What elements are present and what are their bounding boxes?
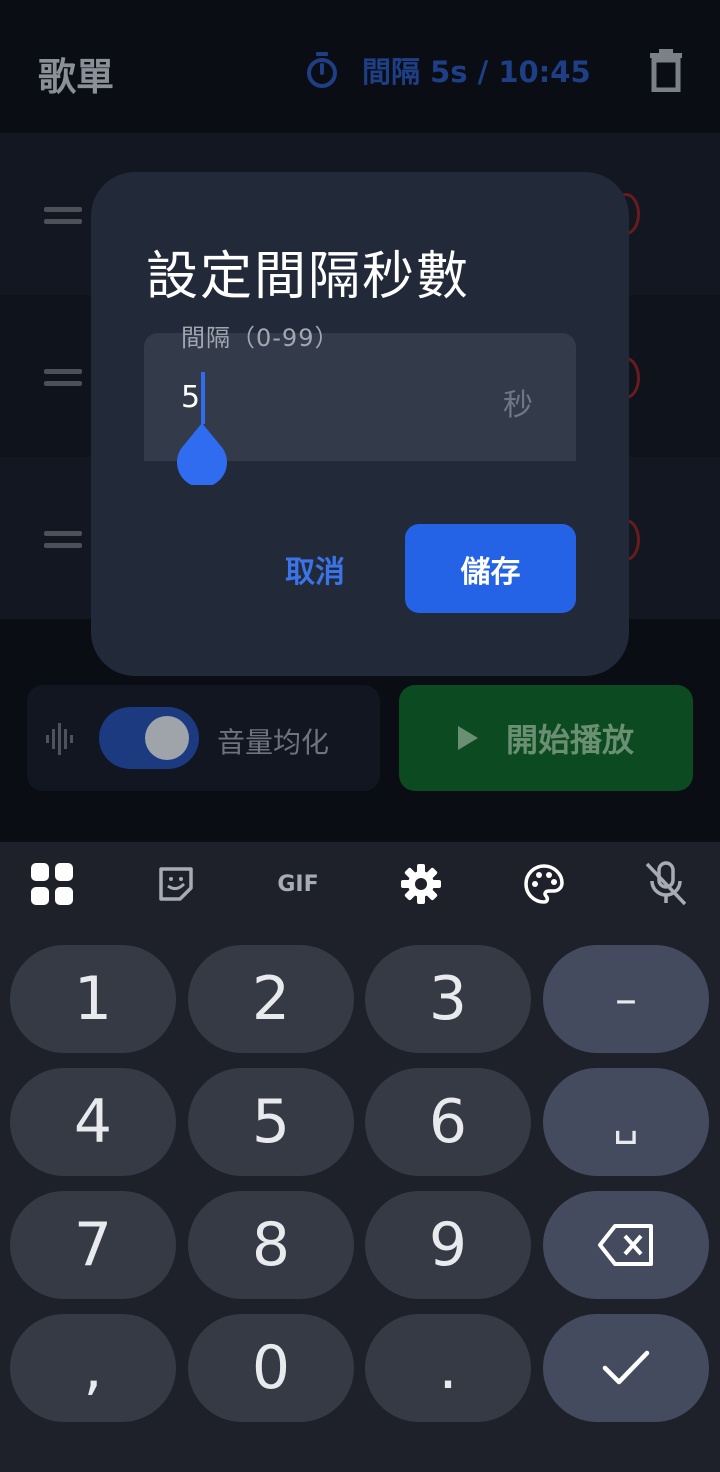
key-4[interactable]: 4: [10, 1068, 176, 1176]
save-button[interactable]: 儲存: [405, 524, 576, 613]
app-bar: 歌單 間隔 5s / 10:45: [0, 0, 720, 132]
apps-icon[interactable]: [10, 860, 94, 908]
key-3[interactable]: 3: [365, 945, 531, 1053]
key-8[interactable]: 8: [188, 1191, 354, 1299]
key-space[interactable]: ␣: [543, 1068, 709, 1176]
key-7[interactable]: 7: [10, 1191, 176, 1299]
palette-icon[interactable]: [502, 860, 586, 908]
sticker-icon[interactable]: [134, 860, 218, 908]
cancel-button[interactable]: 取消: [271, 525, 359, 613]
normalize-toggle[interactable]: [99, 707, 199, 769]
drag-handle-icon[interactable]: [44, 531, 82, 549]
page-title: 歌單: [38, 55, 115, 99]
key-5[interactable]: 5: [188, 1068, 354, 1176]
backspace-icon: [598, 1224, 653, 1266]
done-key[interactable]: [543, 1314, 709, 1422]
stopwatch-icon: [307, 52, 337, 88]
key-period[interactable]: .: [365, 1314, 531, 1422]
play-icon: [457, 726, 478, 750]
backspace-key[interactable]: [543, 1191, 709, 1299]
trash-icon[interactable]: [650, 48, 682, 92]
key-6[interactable]: 6: [365, 1068, 531, 1176]
key-1[interactable]: 1: [10, 945, 176, 1053]
key-2[interactable]: 2: [188, 945, 354, 1053]
interval-field-value[interactable]: 5: [181, 380, 200, 415]
drag-handle-icon[interactable]: [44, 369, 82, 387]
waveform-icon: [46, 723, 73, 755]
interval-dialog: 設定間隔秒數 間隔（0-99） 5 秒 取消 儲存: [91, 172, 629, 676]
interval-timer-button[interactable]: 間隔 5s / 10:45: [304, 50, 591, 90]
mic-off-icon[interactable]: [624, 860, 708, 908]
timer-text: 間隔 5s / 10:45: [362, 55, 591, 89]
drag-handle-icon[interactable]: [44, 207, 82, 225]
cursor-handle-icon[interactable]: [177, 423, 227, 485]
start-play-button[interactable]: 開始播放: [399, 685, 693, 791]
normalize-card: 音量均化: [27, 685, 380, 791]
text-cursor: [201, 372, 205, 424]
key-minus[interactable]: –: [543, 945, 709, 1053]
play-label: 開始播放: [505, 721, 634, 759]
gif-button[interactable]: GIF: [256, 860, 340, 908]
dialog-title: 設定間隔秒數: [146, 247, 471, 307]
key-9[interactable]: 9: [365, 1191, 531, 1299]
key-0[interactable]: 0: [188, 1314, 354, 1422]
check-icon: [602, 1350, 650, 1385]
toggle-knob: [145, 716, 189, 760]
normalize-label: 音量均化: [217, 726, 330, 759]
key-comma[interactable]: ,: [10, 1314, 176, 1422]
interval-field-label: 間隔（0-99）: [181, 324, 340, 352]
interval-field-suffix: 秒: [503, 388, 533, 423]
settings-icon[interactable]: [379, 860, 463, 908]
numeric-keyboard: GIF 1 2 3 – 4 5 6 ␣ 7 8 9 , 0 .: [0, 842, 720, 1472]
